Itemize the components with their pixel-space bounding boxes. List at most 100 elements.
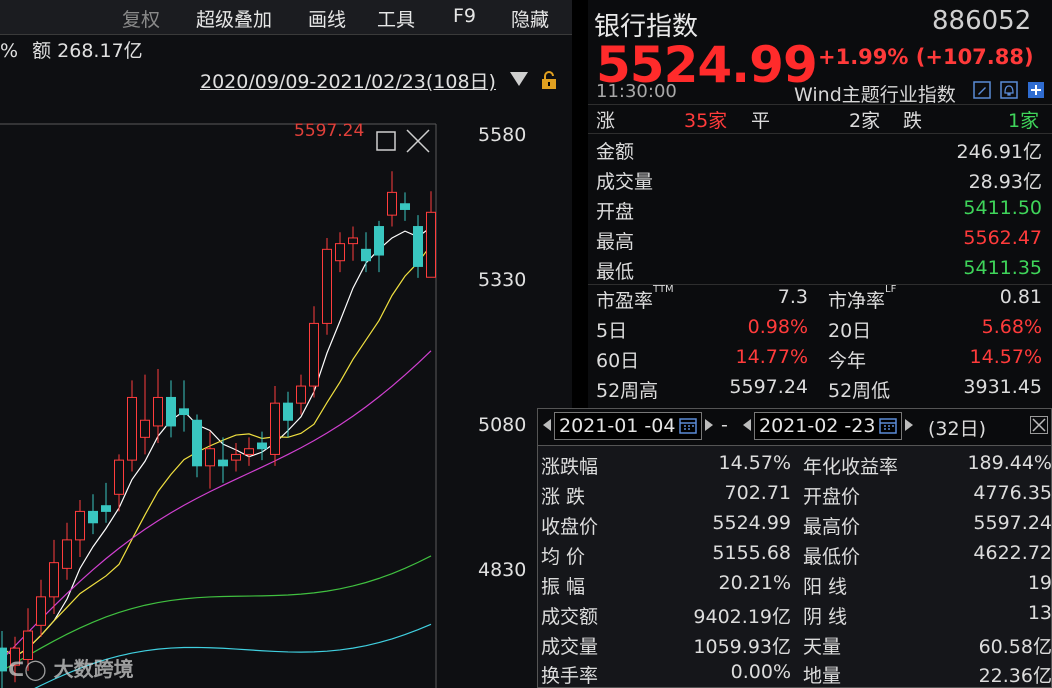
candle-body (166, 396, 176, 427)
stat-value: 5562.47 (963, 227, 1042, 249)
menu-super-overlay[interactable]: 超级叠加 (196, 5, 272, 32)
popup-value: 14.57% (718, 452, 791, 474)
chart-toolbar: 复权 超级叠加 画线 工具 F9 隐藏 (0, 0, 572, 34)
candle-body (127, 396, 137, 461)
stat-value: 5411.50 (963, 197, 1042, 219)
edit-icon[interactable] (973, 81, 991, 99)
candle-body (179, 408, 189, 416)
grid-label: 52周高 (596, 380, 659, 402)
candle-body (244, 448, 254, 455)
amount-row: % 额 268.17亿 (0, 36, 143, 63)
popup-label: 开盘价 (803, 486, 861, 508)
period-high-label: 5597.24 (294, 121, 365, 141)
popup-label: 振 幅 (541, 576, 586, 598)
popup-value: 20.21% (718, 572, 791, 594)
candle-body (348, 237, 358, 245)
down-count-label: 跌 (903, 110, 923, 132)
ma20-line (1, 350, 432, 660)
popup-label: 天量 (803, 636, 842, 658)
next-end-date-button[interactable] (905, 419, 913, 431)
calendar-icon[interactable] (679, 416, 697, 434)
lock-icon[interactable] (539, 70, 559, 90)
grid-label: 5日 (596, 320, 628, 342)
candle-body (62, 539, 72, 569)
quote-time: 11:30:00 (596, 81, 677, 102)
price-change: +1.99% (+107.88) (818, 45, 1034, 69)
ma10-line (1, 244, 432, 658)
candle-body (413, 226, 423, 267)
menu-tools[interactable]: 工具 (377, 5, 415, 32)
candle-body (153, 396, 163, 427)
menu-hide[interactable]: 隐藏 (511, 5, 549, 32)
candle-body (36, 596, 46, 626)
candle-body (374, 226, 384, 256)
flat-count: 2家 (849, 110, 881, 132)
calendar-icon[interactable] (879, 416, 897, 434)
add-icon[interactable] (1027, 81, 1045, 99)
candle-body (231, 453, 241, 461)
popup-label: 最低价 (803, 546, 861, 568)
next-start-date-button[interactable] (705, 419, 713, 431)
candle-body (192, 419, 202, 467)
kline-chart[interactable] (0, 96, 572, 688)
up-count-label: 涨 (596, 110, 616, 132)
up-count: 35家 (684, 110, 728, 132)
restore-icon[interactable] (376, 131, 396, 151)
popup-label: 年化收益率 (803, 456, 899, 478)
candle-body (426, 211, 436, 278)
popup-label: 均 价 (541, 546, 586, 568)
candle-body (75, 510, 85, 541)
popup-label: 地量 (803, 665, 842, 687)
popup-label: 阴 线 (803, 606, 848, 628)
grid-label: 60日 (596, 350, 640, 372)
candle-body (205, 448, 215, 467)
watermark: ᑕ◯ 大数跨境 (8, 653, 134, 682)
grid-label: 20日 (828, 320, 872, 342)
popup-value: 13 (1027, 602, 1052, 624)
index-category[interactable]: Wind主题行业指数 (794, 80, 956, 107)
menu-fuquan[interactable]: 复权 (122, 5, 160, 32)
grid-value: 14.57% (969, 346, 1042, 368)
candle-body (88, 510, 98, 524)
separator (588, 133, 1052, 134)
moving-average-lines (1, 226, 432, 688)
popup-value: 5524.99 (712, 512, 791, 534)
popup-label: 涨 跌 (541, 486, 586, 508)
candle-body (400, 203, 410, 210)
stat-label: 最低 (596, 261, 635, 283)
popup-value: 5155.68 (712, 542, 791, 564)
chevron-down-icon[interactable] (510, 72, 528, 86)
stat-value: 5411.35 (963, 257, 1042, 279)
popup-value: 0.00% (730, 661, 791, 683)
candle-body (49, 562, 59, 598)
close-icon[interactable] (1030, 416, 1048, 434)
candle-body (0, 647, 7, 672)
candle-body (361, 248, 371, 262)
grid-value: 7.3 (777, 286, 808, 308)
grid-value: 0.98% (747, 316, 808, 338)
down-count: 1家 (1008, 110, 1040, 132)
date-range-link[interactable]: 2020/09/09-2021/02/23(108日) (200, 67, 496, 94)
bell-icon[interactable] (1000, 81, 1018, 99)
menu-f9[interactable]: F9 (453, 5, 476, 27)
grid-value: 5.68% (981, 316, 1042, 338)
stat-label: 金额 (596, 141, 635, 163)
candle-body (322, 248, 332, 324)
close-icon[interactable] (406, 129, 430, 153)
popup-label: 成交量 (541, 636, 599, 658)
popup-value: 189.44% (967, 452, 1052, 474)
prev-end-date-button[interactable] (743, 419, 751, 431)
candle-body (283, 402, 293, 421)
popup-label: 阳 线 (803, 576, 848, 598)
grid-value: 14.77% (735, 346, 808, 368)
ma5-line (1, 226, 432, 658)
popup-label: 涨跌幅 (541, 456, 599, 478)
popup-value: 4776.35 (973, 482, 1052, 504)
popup-value: 1059.93亿 (693, 636, 791, 658)
watermark-logo-icon: ᑕ◯ (8, 657, 47, 681)
grid-label: 市净率LF (828, 284, 897, 312)
prev-start-date-button[interactable] (543, 419, 551, 431)
menu-draw-line[interactable]: 画线 (308, 5, 346, 32)
popup-label: 换手率 (541, 665, 599, 687)
candle-body (387, 191, 397, 216)
